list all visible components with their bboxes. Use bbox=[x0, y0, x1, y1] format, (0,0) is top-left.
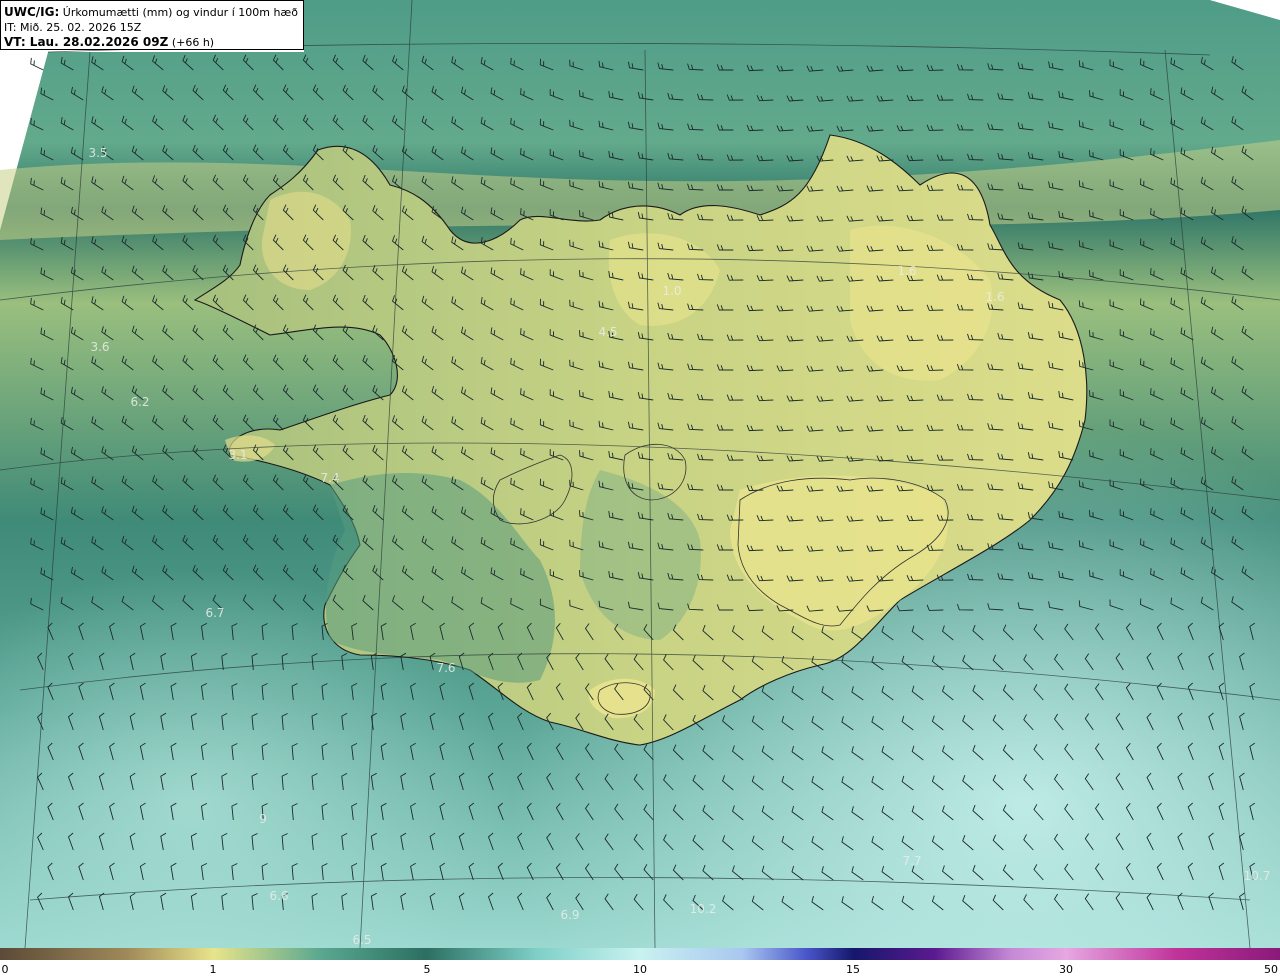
precip-label-v09: 1.6 bbox=[985, 290, 1004, 304]
precip-label-v17: 10.7 bbox=[1244, 869, 1271, 883]
product-code: UWC/IG: bbox=[4, 5, 60, 19]
colorbar-tick-label: 0 bbox=[1, 963, 9, 976]
colorbar-tick-label: 30 bbox=[1059, 963, 1073, 976]
colorbar-tick-label: 5 bbox=[423, 963, 431, 976]
colorbar-gradient bbox=[0, 948, 1280, 960]
precip-label-v14: 6.5 bbox=[352, 933, 371, 947]
precip-label-v18: 9 bbox=[259, 812, 267, 826]
precip-label-v07: 1.0 bbox=[662, 284, 681, 298]
precip-label-v02: 3.6 bbox=[90, 340, 109, 354]
precip-label-v06: 4.5 bbox=[598, 325, 617, 339]
precip-label-v11: 7.6 bbox=[436, 661, 455, 675]
precip-label-v08: 1.6 bbox=[897, 264, 916, 278]
precip-label-v13: 6.9 bbox=[560, 908, 579, 922]
header-line-1: UWC/IG: Úrkomumætti (mm) og vindur í 100… bbox=[4, 5, 303, 20]
precip-label-v12: 6.6 bbox=[269, 889, 288, 903]
map-header: UWC/IG: Úrkomumætti (mm) og vindur í 100… bbox=[0, 0, 304, 50]
header-line-3: VT: Lau. 28.02.2026 09Z (+66 h) bbox=[4, 35, 303, 50]
colorbar-tick-label: 1 bbox=[209, 963, 217, 976]
forecast-lead: (+66 h) bbox=[171, 36, 215, 49]
precip-label-v10: 6.7 bbox=[205, 606, 224, 620]
precip-label-v16: 7.7 bbox=[902, 854, 921, 868]
precip-label-v01: 3.5 bbox=[88, 146, 107, 160]
colorbar-tick-label: 15 bbox=[846, 963, 860, 976]
weather-map: 3.5 3.6 6.2 3.1 7.4 4.5 1.0 1.6 1.6 6.7 7.6 6.6 6.9 6… bbox=[0, 0, 1280, 978]
map-canvas: 3.5 3.6 6.2 3.1 7.4 4.5 1.0 1.6 1.6 6.7 7.6 6.6 6.9 6… bbox=[0, 0, 1280, 949]
precip-label-v04: 3.1 bbox=[228, 448, 247, 462]
precip-label-v15: 10.2 bbox=[690, 902, 717, 916]
init-time: IT: Mið. 25. 02. 2026 15Z bbox=[4, 21, 142, 34]
precip-label-v03: 6.2 bbox=[130, 395, 149, 409]
precip-label-v05: 7.4 bbox=[320, 471, 339, 485]
product-title: Úrkomumætti (mm) og vindur í 100m hæð bbox=[62, 6, 298, 19]
colorbar-tick-label: 50 bbox=[1264, 963, 1278, 976]
colorbar-tick-label: 10 bbox=[633, 963, 647, 976]
valid-time: VT: Lau. 28.02.2026 09Z bbox=[4, 35, 169, 49]
